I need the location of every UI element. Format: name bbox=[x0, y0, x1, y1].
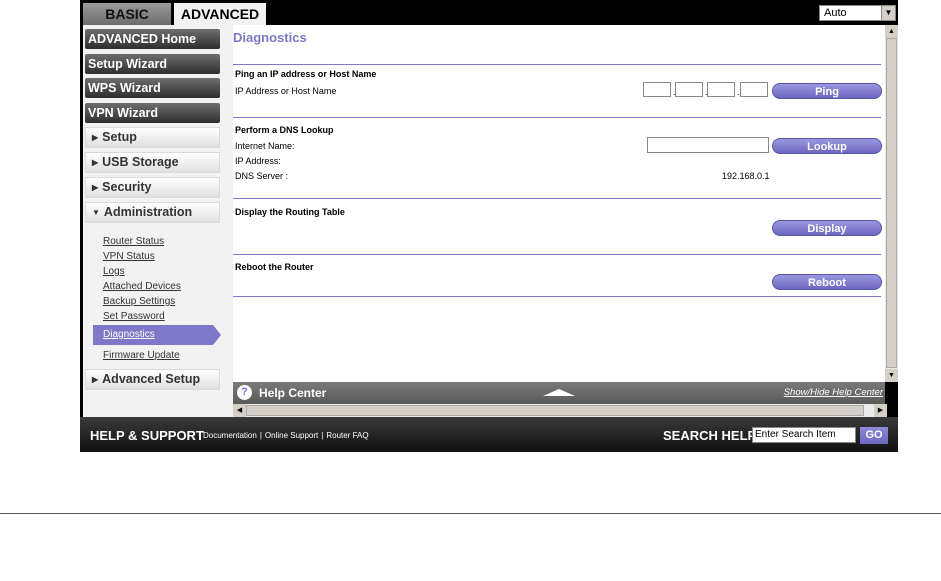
help-center-title: Help Center bbox=[259, 386, 327, 400]
caret-right-icon: ▶ bbox=[92, 133, 99, 143]
ping-button[interactable]: Ping bbox=[772, 83, 882, 99]
caret-right-icon: ▶ bbox=[92, 183, 99, 193]
sublink-vpn-status[interactable]: VPN Status bbox=[103, 251, 155, 263]
sublink-router-status[interactable]: Router Status bbox=[103, 236, 164, 248]
scroll-up-icon[interactable]: ▲ bbox=[885, 25, 898, 38]
sidebar-section-label: Administration bbox=[103, 205, 193, 219]
language-select[interactable]: Auto ▼ bbox=[819, 5, 896, 21]
sublink-attached-devices[interactable]: Attached Devices bbox=[103, 281, 181, 293]
search-input[interactable]: Enter Search Item bbox=[752, 427, 856, 443]
routing-heading: Display the Routing Table bbox=[235, 207, 345, 217]
sidebar-section-advanced-setup[interactable]: ▶ Advanced Setup bbox=[85, 369, 220, 390]
ip-octet-4-input[interactable] bbox=[740, 82, 768, 97]
sidebar-section-label: Advanced Setup bbox=[102, 372, 201, 386]
ping-label: IP Address or Host Name bbox=[235, 86, 337, 96]
ip-octet-1-input[interactable] bbox=[643, 82, 671, 97]
scroll-left-icon[interactable]: ◀ bbox=[233, 404, 246, 417]
divider bbox=[233, 296, 881, 297]
footer-links: Documentation | Online Support | Router FAQ bbox=[203, 431, 369, 440]
ip-octet-3-input[interactable] bbox=[707, 82, 735, 97]
sublink-backup-settings[interactable]: Backup Settings bbox=[103, 296, 175, 308]
horizontal-scrollbar[interactable]: ◀ ▶ bbox=[233, 404, 887, 417]
dns-server-label: DNS Server : bbox=[235, 171, 289, 181]
go-button[interactable]: GO bbox=[860, 427, 888, 444]
caret-down-icon: ▼ bbox=[92, 208, 100, 218]
help-support-title: HELP & SUPPORT bbox=[90, 428, 204, 443]
display-button[interactable]: Display bbox=[772, 220, 882, 236]
language-select-value: Auto bbox=[824, 7, 847, 19]
footer: HELP & SUPPORT Documentation | Online Supp… bbox=[80, 417, 898, 452]
sidebar-section-setup[interactable]: ▶ Setup bbox=[85, 127, 220, 148]
divider bbox=[233, 254, 881, 255]
page-rule bbox=[0, 513, 941, 514]
top-tab-bar: BASIC ADVANCED Auto ▼ bbox=[80, 0, 898, 25]
sidebar-section-label: USB Storage bbox=[102, 155, 179, 169]
sidebar-item-setup-wizard[interactable]: Setup Wizard bbox=[85, 54, 220, 74]
tab-basic[interactable]: BASIC bbox=[83, 3, 171, 25]
scroll-thumb[interactable] bbox=[886, 38, 897, 368]
ip-address-label: IP Address: bbox=[235, 156, 281, 166]
scroll-down-icon[interactable]: ▼ bbox=[885, 369, 898, 382]
sublink-set-password[interactable]: Set Password bbox=[103, 311, 165, 323]
sublink-logs[interactable]: Logs bbox=[103, 266, 125, 278]
divider bbox=[233, 117, 881, 118]
vertical-scrollbar[interactable]: ▲ ▼ bbox=[885, 25, 898, 382]
reboot-heading: Reboot the Router bbox=[235, 262, 314, 272]
sidebar-item-vpn-wizard[interactable]: VPN Wizard bbox=[85, 103, 220, 123]
documentation-link[interactable]: Documentation bbox=[203, 431, 257, 440]
lookup-button[interactable]: Lookup bbox=[772, 138, 882, 154]
dns-server-value: 192.168.0.1 bbox=[722, 171, 770, 181]
divider bbox=[233, 198, 881, 199]
caret-right-icon: ▶ bbox=[92, 158, 99, 168]
sidebar-section-label: Security bbox=[102, 180, 152, 194]
ping-heading: Ping an IP address or Host Name bbox=[235, 69, 377, 79]
page-title: Diagnostics bbox=[233, 30, 307, 45]
sidebar-section-security[interactable]: ▶ Security bbox=[85, 177, 220, 198]
internet-name-label: Internet Name: bbox=[235, 141, 295, 151]
help-center-bar: ? Help Center Show/Hide Help Center bbox=[233, 382, 885, 404]
sidebar-section-administration[interactable]: ▼ Administration bbox=[85, 202, 220, 223]
sidebar-item-wps-wizard[interactable]: WPS Wizard bbox=[85, 78, 220, 98]
separator: | bbox=[321, 431, 324, 440]
sidebar-section-usb-storage[interactable]: ▶ USB Storage bbox=[85, 152, 220, 173]
scroll-right-icon[interactable]: ▶ bbox=[874, 404, 887, 417]
internet-name-input[interactable] bbox=[647, 137, 769, 153]
sidebar-item-advanced-home[interactable]: ADVANCED Home bbox=[85, 29, 220, 49]
scroll-thumb[interactable] bbox=[246, 405, 864, 416]
caret-right-icon: ▶ bbox=[92, 375, 99, 385]
reboot-button[interactable]: Reboot bbox=[772, 274, 882, 290]
chevron-down-icon[interactable]: ▼ bbox=[881, 6, 895, 20]
sublink-firmware-update[interactable]: Firmware Update bbox=[103, 350, 180, 362]
separator: | bbox=[259, 431, 262, 440]
dns-heading: Perform a DNS Lookup bbox=[235, 125, 334, 135]
active-arrow-icon bbox=[213, 325, 221, 345]
sublink-diagnostics-active[interactable]: Diagnostics bbox=[93, 325, 223, 345]
show-hide-help-link[interactable]: Show/Hide Help Center bbox=[784, 387, 883, 398]
tab-advanced[interactable]: ADVANCED bbox=[174, 3, 266, 25]
divider bbox=[233, 64, 881, 65]
router-faq-link[interactable]: Router FAQ bbox=[326, 431, 368, 440]
expand-up-icon[interactable] bbox=[543, 389, 575, 396]
router-admin-window: BASIC ADVANCED Auto ▼ ADVANCED Home Setu… bbox=[80, 0, 898, 452]
online-support-link[interactable]: Online Support bbox=[265, 431, 318, 440]
search-help-label: SEARCH HELP bbox=[663, 428, 757, 443]
sidebar-section-label: Setup bbox=[102, 130, 137, 144]
main-content: Diagnostics Ping an IP address or Host N… bbox=[233, 25, 885, 382]
sublink-diagnostics-label: Diagnostics bbox=[103, 329, 155, 340]
ip-octet-2-input[interactable] bbox=[675, 82, 703, 97]
help-icon: ? bbox=[237, 385, 252, 400]
sidebar: ADVANCED Home Setup Wizard WPS Wizard VP… bbox=[83, 25, 233, 417]
